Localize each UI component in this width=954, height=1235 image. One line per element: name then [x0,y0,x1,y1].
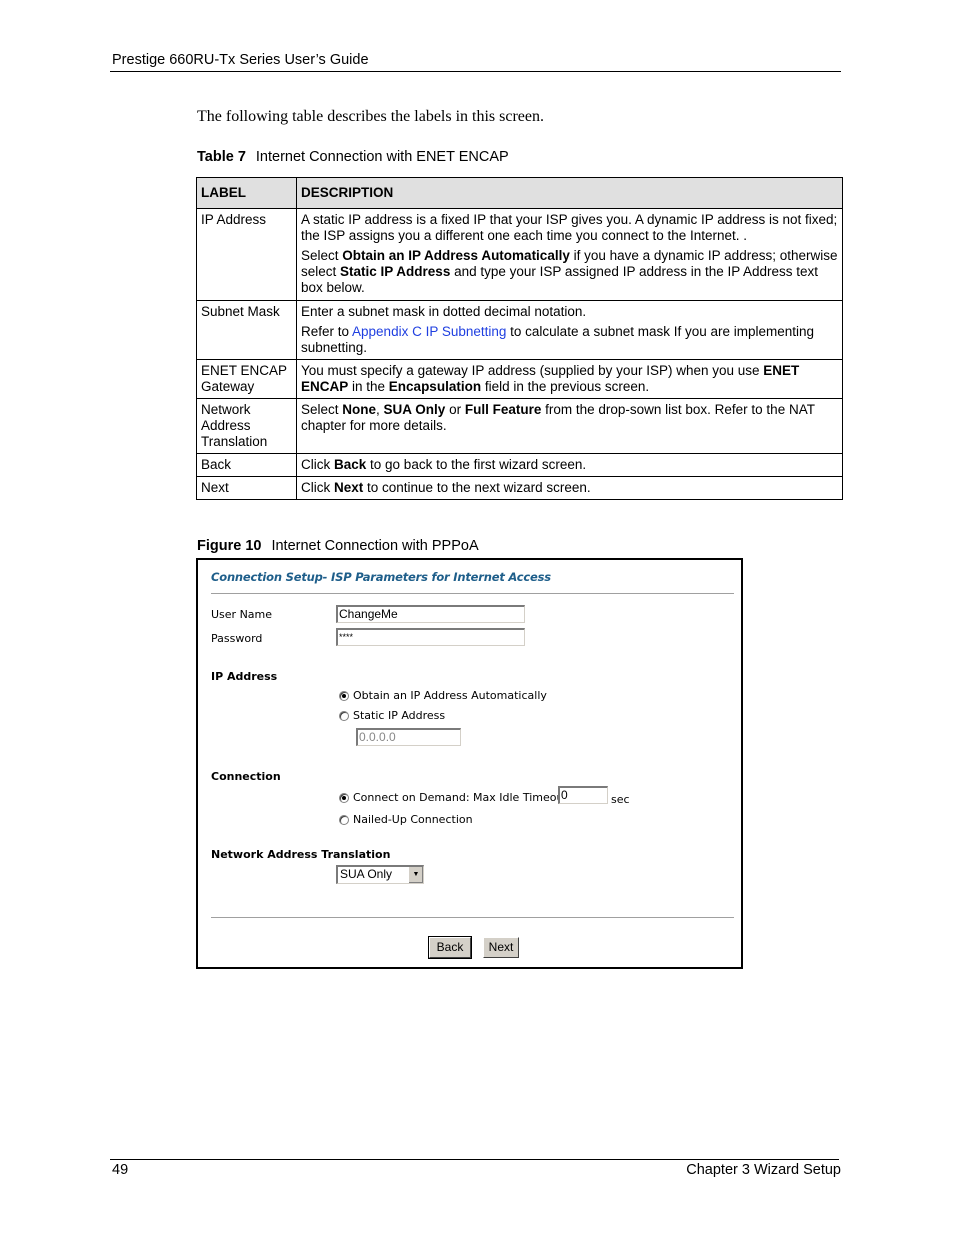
page-number: 49 [112,1162,129,1178]
row-label: IP Address [196,208,297,301]
nat-selected-value: SUA Only [340,867,393,881]
static-ip-input[interactable]: 0.0.0.0 [356,728,461,746]
static-ip-label: Static IP Address [353,709,446,722]
row-label: Network Address Translation [196,398,297,454]
table-caption-number: Table 7 [197,149,246,165]
obtain-ip-automatically-label: Obtain an IP Address Automatically [353,689,547,702]
chapter-title: Chapter 3 Wizard Setup [686,1162,841,1178]
description-paragraph: Select Obtain an IP Address Automaticall… [301,248,838,295]
static-ip-radio[interactable] [339,710,349,721]
table-row: Subnet Mask Enter a subnet mask in dotte… [196,300,843,360]
footer-divider [211,917,734,918]
password-input[interactable]: **** [336,628,525,646]
back-button[interactable]: Back [428,936,472,959]
obtain-ip-automatically-option[interactable]: Obtain an IP Address Automatically [339,689,547,702]
figure-caption: Figure 10 Internet Connection with PPPoA [197,538,479,554]
table-caption: Table 7 Internet Connection with ENET ENC… [197,149,509,165]
nat-select[interactable]: SUA Only ▼ [336,865,424,884]
row-description: You must specify a gateway IP address (s… [296,359,843,399]
screen-title: Connection Setup- ISP Parameters for Int… [211,570,551,584]
description-paragraph: Refer to Appendix C IP Subnetting to cal… [301,324,815,355]
figure-caption-number: Figure 10 [197,538,262,554]
user-name-input[interactable]: ChangeMe [336,605,525,623]
figure-caption-text: Internet Connection with PPPoA [271,538,479,554]
row-label: Subnet Mask [196,300,297,360]
nat-section-label: Network Address Translation [211,848,391,861]
table-row: Back Click Back to go back to the first … [196,453,843,477]
obtain-ip-automatically-radio[interactable] [339,690,349,701]
row-description: A static IP address is a fixed IP that y… [296,208,843,301]
row-description: Enter a subnet mask in dotted decimal no… [296,300,843,360]
table-row: ENET ENCAP Gateway You must specify a ga… [196,359,843,399]
connection-section-label: Connection [211,770,281,783]
label-description-table: LABEL DESCRIPTION IP Address A static IP… [196,177,843,500]
appendix-c-link[interactable]: Appendix C IP Subnetting [352,324,506,339]
row-description: Select None, SUA Only or Full Feature fr… [296,398,843,454]
description-paragraph: A static IP address is a fixed IP that y… [301,212,838,243]
connect-on-demand-label: Connect on Demand: Max Idle Timeout [353,791,568,804]
row-label: Back [196,453,297,477]
table-row: Network Address Translation Select None,… [196,398,843,454]
connect-on-demand-option[interactable]: Connect on Demand: Max Idle Timeout [339,791,568,804]
row-label: ENET ENCAP Gateway [196,359,297,399]
max-idle-timeout-input[interactable]: 0 [558,786,608,804]
table-row: IP Address A static IP address is a fixe… [196,208,843,301]
column-header-label: LABEL [196,177,297,209]
table-row: Next Click Next to continue to the next … [196,476,843,500]
static-ip-option[interactable]: Static IP Address [339,709,445,722]
next-button[interactable]: Next [483,937,519,958]
timeout-unit-label: sec [611,793,630,806]
pppoa-screenshot: Connection Setup- ISP Parameters for Int… [196,558,743,969]
row-description: Click Next to continue to the next wizar… [296,476,843,500]
chevron-down-icon[interactable]: ▼ [408,867,423,883]
column-header-description: DESCRIPTION [296,177,843,209]
running-header: Prestige 660RU-Tx Series User’s Guide [112,52,369,68]
header-rule [110,71,841,72]
password-label: Password [211,632,263,645]
intro-text: The following table describes the labels… [197,108,545,125]
nailed-up-label: Nailed-Up Connection [353,813,473,826]
ip-address-section-label: IP Address [211,670,278,683]
row-description: Click Back to go back to the first wizar… [296,453,843,477]
nailed-up-option[interactable]: Nailed-Up Connection [339,813,473,826]
footer-rule [110,1159,839,1160]
table-caption-text: Internet Connection with ENET ENCAP [255,149,509,165]
connect-on-demand-radio[interactable] [339,792,349,803]
row-label: Next [196,476,297,500]
description-paragraph: Enter a subnet mask in dotted decimal no… [301,304,587,319]
title-divider [211,593,734,594]
user-name-label: User Name [211,608,273,621]
table-header-row: LABEL DESCRIPTION [196,177,843,209]
nailed-up-radio[interactable] [339,814,349,825]
